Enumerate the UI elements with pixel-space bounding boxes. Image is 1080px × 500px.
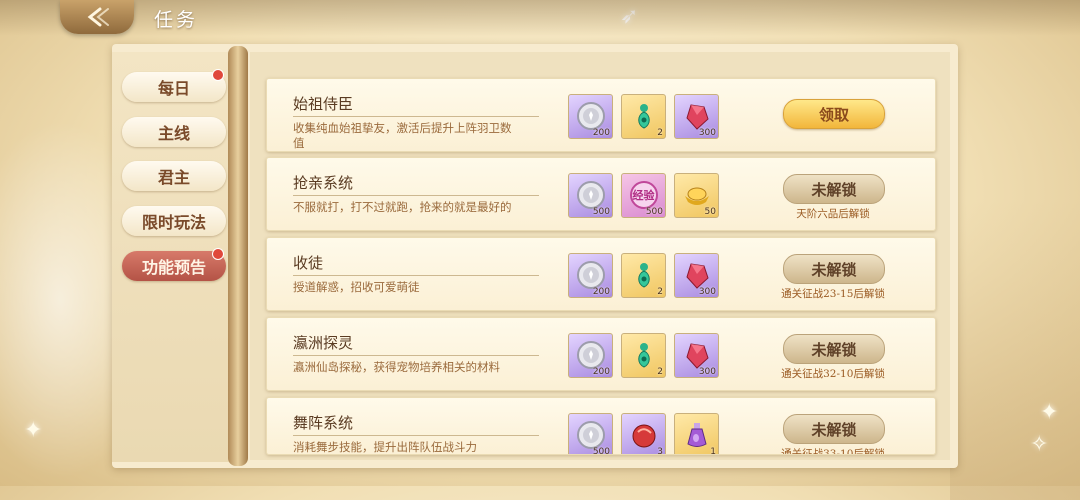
silver-coin-icon [576,260,606,290]
task-title: 抢亲系统 [293,174,354,192]
tab-lord[interactable]: 君主 [122,161,226,191]
task-title: 舞阵系统 [293,414,354,432]
silver-coin-icon [576,180,606,210]
task-description: 授道解惑，招收可爱萌徒 [293,280,420,294]
sparkle-icon: ✦ [24,418,43,443]
tab-limited-events[interactable]: 限时玩法 [122,206,226,236]
task-card: 收徒 授道解惑，招收可爱萌徒 200 2 300 未解锁 通关征战23-15后解… [266,237,936,311]
red-crystal-icon [682,260,712,290]
unlock-hint: 通关征战33-10后解锁 [781,448,885,455]
jade-pendant-icon [629,340,659,370]
reward-item[interactable]: 300 [674,333,719,378]
locked-button[interactable]: 未解锁 [783,414,885,444]
title-divider [293,435,539,436]
back-arrow-icon [87,7,109,27]
unlock-hint: 通关征战23-15后解锁 [781,288,885,300]
reward-count: 200 [592,128,610,138]
tab-main-quest[interactable]: 主线 [122,117,226,147]
background-pagoda [950,200,1080,500]
exp-label: 经验 [632,189,655,202]
locked-button[interactable]: 未解锁 [783,254,885,284]
reward-count: 500 [592,207,610,217]
jade-pendant-icon [629,260,659,290]
tab-feature-preview[interactable]: 功能预告 [122,248,226,281]
sparkle-icon: ✧ [1030,432,1049,457]
title-divider [293,195,539,196]
reward-count: 200 [592,287,610,297]
unlock-hint: 通关征战32-10后解锁 [781,368,885,380]
title-divider [293,355,539,356]
silver-coin-icon [576,420,606,450]
title-divider [293,116,539,117]
task-title: 瀛洲探灵 [293,334,354,352]
reward-item[interactable]: 1 [674,413,719,455]
claim-button[interactable]: 领取 [783,99,885,129]
silver-coin-icon [576,101,606,131]
reward-item[interactable]: 500 [568,413,613,455]
reward-item[interactable]: 经验 500 [621,173,666,218]
red-dance-orb-icon [629,420,659,450]
reward-count: 300 [698,367,716,377]
tab-label: 主线 [157,124,190,143]
reward-count: 300 [698,128,716,138]
reward-count: 2 [657,128,663,138]
red-crystal-icon [682,340,712,370]
task-title: 始祖侍臣 [293,95,354,113]
locked-button[interactable]: 未解锁 [783,334,885,364]
task-card: 抢亲系统 不服就打，打不过就跑，抢来的就是最好的 500 经验 500 50 未… [266,157,936,231]
locked-button[interactable]: 未解锁 [783,174,885,204]
back-button[interactable] [60,0,134,34]
reward-item[interactable]: 2 [621,253,666,298]
reward-item[interactable]: 200 [568,253,613,298]
silver-coin-icon [576,340,606,370]
reward-count: 500 [645,207,663,217]
title-divider [293,275,539,276]
purple-potion-icon [682,420,712,450]
reward-item[interactable]: 500 [568,173,613,218]
tab-label: 每日 [157,79,190,98]
task-description: 收集纯血始祖挚友，激活后提升上阵羽卫数值 [293,121,512,150]
reward-count: 2 [657,287,663,297]
reward-count: 2 [657,367,663,377]
reward-item[interactable]: 2 [621,94,666,139]
red-crystal-icon [682,101,712,131]
tab-daily[interactable]: 每日 [122,69,226,102]
task-card: 瀛洲探灵 瀛洲仙岛探秘，获得宠物培养相关的材料 200 2 300 未解锁 通关… [266,317,936,391]
gold-ingot-icon [682,180,712,210]
reward-item[interactable]: 50 [674,173,719,218]
tab-label: 限时玩法 [141,213,206,232]
tab-label: 君主 [157,168,190,187]
task-title: 收徒 [293,254,324,272]
scroll-rod [228,46,248,466]
task-card: 始祖侍臣 收集纯血始祖挚友，激活后提升上阵羽卫数值 200 2 300 领取 [266,78,936,152]
reward-item[interactable]: 2 [621,333,666,378]
task-description: 消耗舞步技能，提升出阵队伍战斗力 [293,440,477,454]
task-description: 瀛洲仙岛探秘，获得宠物培养相关的材料 [293,360,500,374]
reward-item[interactable]: 300 [674,94,719,139]
page-title: 任务 [154,9,199,31]
task-description: 不服就打，打不过就跑，抢来的就是最好的 [293,200,512,214]
sparkle-icon: ✦ [1040,400,1059,425]
unlock-hint: 天阶六品后解锁 [796,208,870,220]
reward-item[interactable]: 3 [621,413,666,455]
notification-dot [212,248,224,260]
reward-count: 200 [592,367,610,377]
reward-count: 50 [704,207,716,217]
reward-item[interactable]: 200 [568,333,613,378]
task-card: 舞阵系统 消耗舞步技能，提升出阵队伍战斗力 500 3 1 未解锁 通关征战33… [266,397,936,455]
reward-item[interactable]: 300 [674,253,719,298]
tab-label: 功能预告 [141,258,206,277]
reward-count: 500 [592,447,610,455]
reward-count: 3 [657,447,663,455]
reward-count: 1 [710,447,716,455]
jade-pendant-icon [629,101,659,131]
reward-item[interactable]: 200 [568,94,613,139]
notification-dot [212,69,224,81]
reward-count: 300 [698,287,716,297]
